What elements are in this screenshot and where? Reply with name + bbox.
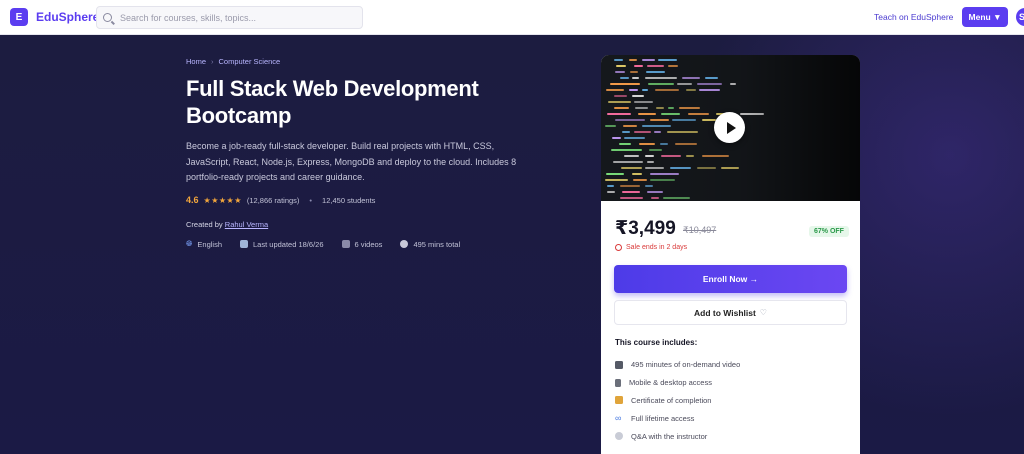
teach-link[interactable]: Teach on EduSphere xyxy=(874,12,953,22)
include-text: Full lifetime access xyxy=(631,413,695,423)
ratings-count: (12,866 ratings) xyxy=(246,195,300,205)
logo-icon: E xyxy=(10,8,28,26)
search-icon xyxy=(103,13,112,22)
videos-text: 6 videos xyxy=(354,239,383,249)
breadcrumb-home[interactable]: Home xyxy=(186,57,206,66)
include-text: Certificate of completion xyxy=(631,395,712,405)
created-by-label: Created by xyxy=(186,220,223,229)
rating-row: 4.6 ★★★★★ (12,866 ratings) • 12,450 stud… xyxy=(186,195,375,205)
discount-badge: 67% OFF xyxy=(809,226,849,237)
meta-videos: 6 videos xyxy=(341,239,383,249)
menu-button[interactable]: Menu ▼ xyxy=(962,7,1008,27)
video-icon xyxy=(615,360,623,369)
course-preview-thumbnail[interactable] xyxy=(601,55,860,201)
updated-text: Last updated 18/6/26 xyxy=(253,239,324,249)
students-count: 12,450 students xyxy=(322,195,376,205)
stopwatch-icon xyxy=(400,240,409,248)
course-meta: 🌐︎ English Last updated 18/6/26 6 videos… xyxy=(186,239,460,249)
avatar[interactable]: S xyxy=(1016,8,1024,26)
infinity-icon: ∞ xyxy=(615,413,622,424)
add-to-wishlist-button[interactable]: Add to Wishlist ♡ xyxy=(614,300,847,325)
meta-language: 🌐︎ English xyxy=(186,239,222,249)
instructor-link[interactable]: Rahul Verma xyxy=(225,220,268,229)
rating-value: 4.6 xyxy=(186,195,199,205)
current-price: ₹3,499 xyxy=(615,218,676,239)
breadcrumb: Home › Computer Science xyxy=(186,57,280,66)
enroll-now-button[interactable]: Enroll Now → xyxy=(614,265,847,293)
course-hero: Home › Computer Science Full Stack Web D… xyxy=(0,35,1024,454)
list-item: Certificate of completion xyxy=(615,392,740,410)
includes-list: 495 minutes of on-demand video Mobile & … xyxy=(615,356,740,445)
created-by: Created by Rahul Verma xyxy=(186,220,268,229)
includes-title: This course includes: xyxy=(615,338,698,347)
list-item: ∞ Full lifetime access xyxy=(615,409,740,427)
language-text: English xyxy=(197,239,223,249)
breadcrumb-separator: › xyxy=(211,57,214,66)
play-button[interactable] xyxy=(714,112,745,143)
search-bar[interactable] xyxy=(96,6,363,29)
list-item: Mobile & desktop access xyxy=(615,374,740,392)
course-description: Become a job-ready full-stack developer.… xyxy=(186,141,517,182)
chat-icon xyxy=(615,432,623,441)
separator-dot: • xyxy=(309,195,313,205)
include-text: Mobile & desktop access xyxy=(629,378,712,388)
sale-text: Sale ends in 2 days xyxy=(626,244,688,251)
logo-text: EduSphere xyxy=(36,10,100,24)
meta-updated: Last updated 18/6/26 xyxy=(240,239,324,249)
mobile-icon xyxy=(615,378,621,387)
wishlist-label: Add to Wishlist xyxy=(694,307,756,318)
video-icon xyxy=(341,240,350,248)
duration-text: 495 mins total xyxy=(413,239,461,249)
star-rating-icon: ★★★★★ xyxy=(203,195,242,205)
globe-icon: 🌐︎ xyxy=(186,239,193,248)
brand-logo[interactable]: E EduSphere xyxy=(10,8,99,26)
search-input[interactable] xyxy=(120,12,350,23)
certificate-icon xyxy=(615,396,623,405)
list-item: 495 minutes of on-demand video xyxy=(615,356,740,374)
include-text: 495 minutes of on-demand video xyxy=(631,360,741,370)
course-title: Full Stack Web Development Bootcamp xyxy=(186,76,479,128)
course-purchase-card: ₹3,499 ₹10,497 67% OFF Sale ends in 2 da… xyxy=(601,55,860,454)
top-header: E EduSphere Teach on EduSphere Menu ▼ S xyxy=(0,0,1024,35)
include-text: Q&A with the instructor xyxy=(631,431,708,441)
calendar-icon xyxy=(240,240,249,248)
clock-icon xyxy=(615,244,622,251)
list-item: Q&A with the instructor xyxy=(615,427,740,445)
play-icon xyxy=(726,121,736,134)
sale-timer: Sale ends in 2 days xyxy=(615,244,687,251)
heart-icon: ♡ xyxy=(759,308,767,317)
breadcrumb-category[interactable]: Computer Science xyxy=(219,57,281,66)
meta-duration: 495 mins total xyxy=(400,239,460,249)
original-price: ₹10,497 xyxy=(683,225,717,235)
